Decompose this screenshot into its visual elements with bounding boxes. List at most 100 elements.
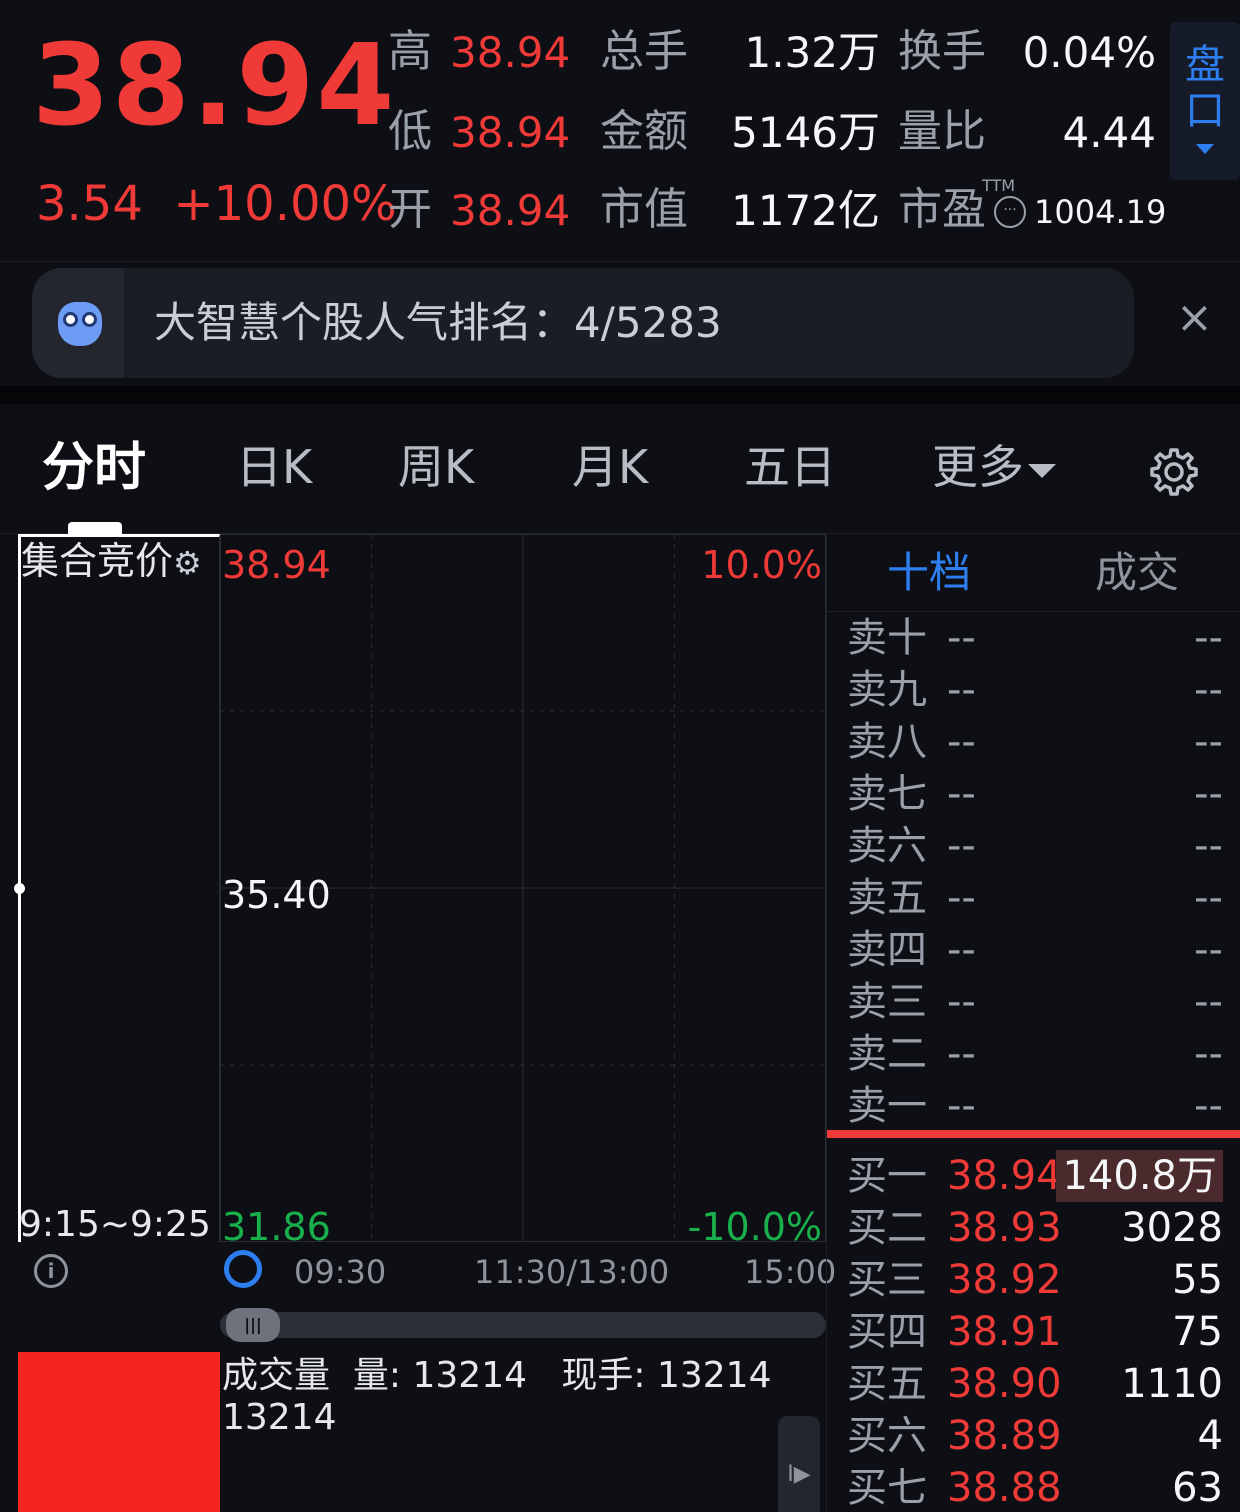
bid-price: 38.89 [947, 1413, 1062, 1459]
bid-row[interactable]: 买五 38.90 1110 [847, 1358, 1223, 1410]
ask-row[interactable]: 卖三 -- -- [847, 976, 1223, 1028]
bid-volume: 1110 [1121, 1361, 1223, 1407]
current-hand-value: 13214 [656, 1355, 772, 1396]
session-ring-icon[interactable] [224, 1250, 262, 1288]
ask-level-label: 卖八 [847, 719, 927, 765]
mktcap-value: 1172亿 [731, 186, 880, 235]
low-value: 38.94 [450, 108, 571, 157]
time-label-midday: 11:30/13:00 [474, 1253, 670, 1291]
bid-price: 38.88 [947, 1465, 1062, 1511]
pe-label: 市盈 [898, 184, 986, 235]
bid-row[interactable]: 买二 38.93 3028 [847, 1202, 1223, 1254]
ask-row[interactable]: 卖二 -- -- [847, 1028, 1223, 1080]
ask-volume: -- [1194, 979, 1223, 1025]
auction-settings-icon[interactable]: ⚙ [173, 544, 202, 582]
bid-level-label: 买二 [847, 1205, 927, 1251]
volume-header: 成交量 量: 13214 现手: 13214 [222, 1358, 772, 1394]
ask-level-label: 卖五 [847, 875, 927, 921]
ask-level-label: 卖七 [847, 771, 927, 817]
bid-level-label: 买六 [847, 1413, 927, 1459]
change-amount: 3.54 [36, 176, 143, 232]
open-value: 38.94 [450, 186, 571, 235]
low-label: 低 [388, 106, 432, 157]
intraday-chart[interactable]: 38.94 35.40 31.86 10.0% -10.0% [220, 534, 826, 1246]
amount-label: 金额 [600, 106, 688, 157]
ask-row[interactable]: 卖七 -- -- [847, 768, 1223, 820]
volume-axis-value: 13214 [222, 1397, 337, 1438]
tab-daily-k[interactable]: 日K [236, 444, 312, 490]
bid-row[interactable]: 买三 38.92 55 [847, 1254, 1223, 1306]
ask-volume: -- [1194, 1031, 1223, 1077]
ask-price: -- [947, 979, 976, 1025]
ask-price: -- [947, 771, 976, 817]
open-label: 开 [388, 184, 432, 235]
bid-row[interactable]: 买四 38.91 75 [847, 1306, 1223, 1358]
ask-level-label: 卖三 [847, 979, 927, 1025]
bid-price: 38.93 [947, 1205, 1062, 1251]
ask-row[interactable]: 卖一 -- -- [847, 1080, 1223, 1132]
bid-volume: 63 [1172, 1465, 1223, 1511]
popularity-banner[interactable]: 大智慧个股人气排名：4/5283 [32, 268, 1134, 378]
tab-weekly-k[interactable]: 周K [398, 444, 474, 490]
tab-intraday[interactable]: 分时 [42, 442, 146, 494]
bid-volume: 4 [1197, 1413, 1223, 1459]
volume-label: 量: [352, 1355, 402, 1396]
ask-price: -- [947, 1083, 976, 1129]
tab-five-day[interactable]: 五日 [744, 444, 836, 490]
tab-trades[interactable]: 成交 [1095, 552, 1179, 594]
bid-row[interactable]: 买一 38.94 140.8万 [847, 1150, 1223, 1202]
ask-row[interactable]: 卖九 -- -- [847, 664, 1223, 716]
time-label-close: 15:00 [744, 1253, 837, 1291]
pankou-toggle-button[interactable]: 盘口 [1170, 22, 1240, 180]
order-book-tabs: 十档 成交 [827, 534, 1240, 612]
bid-price: 38.94 [947, 1153, 1062, 1199]
bid-row[interactable]: 买六 38.89 4 [847, 1410, 1223, 1462]
change-percent: +10.00% [173, 176, 397, 232]
volume-value: 1.32万 [744, 28, 880, 77]
call-auction-label: 集合竞价 [21, 539, 174, 583]
ask-level-label: 卖九 [847, 667, 927, 713]
ask-row[interactable]: 卖六 -- -- [847, 820, 1223, 872]
volratio-value: 4.44 [1062, 108, 1156, 157]
caret-down-icon [1196, 144, 1214, 154]
tab-monthly-k[interactable]: 月K [572, 444, 648, 490]
ask-level-label: 卖四 [847, 927, 927, 973]
ask-row[interactable]: 卖五 -- -- [847, 872, 1223, 924]
ask-level-label: 卖十 [847, 615, 927, 661]
order-book: 十档 成交 卖十 -- -- 卖九 -- -- 卖八 -- -- 卖七 -- -- 卖六 -- -- 卖五 --… [826, 534, 1240, 1512]
replay-play-icon[interactable]: I▶ [778, 1416, 820, 1512]
ask-level-label: 卖二 [847, 1031, 927, 1077]
time-label-open: 09:30 [294, 1253, 387, 1291]
pe-ttm-tag: TTM [982, 176, 1016, 195]
ask-row[interactable]: 卖四 -- -- [847, 924, 1223, 976]
pct-axis-top: 10.0% [701, 543, 822, 587]
auction-time-range: 9:15~9:25 [19, 1204, 211, 1245]
bid-price: 38.91 [947, 1309, 1062, 1355]
tab-ten-levels[interactable]: 十档 [887, 552, 971, 594]
bid-row[interactable]: 买七 38.88 63 [847, 1462, 1223, 1512]
ask-row[interactable]: 卖八 -- -- [847, 716, 1223, 768]
info-icon[interactable]: i [34, 1254, 68, 1288]
volume-label: 总手 [600, 26, 688, 77]
pankou-label: 盘口 [1185, 42, 1225, 134]
more-dots-icon[interactable]: ··· [994, 196, 1026, 228]
price-axis-mid: 35.40 [222, 873, 331, 917]
tab-more-label: 更多 [932, 440, 1024, 494]
owl-logo-box [32, 268, 124, 378]
period-tabs: 分时 日K 周K 月K 五日 更多 [0, 404, 1240, 534]
close-icon[interactable]: × [1176, 296, 1213, 340]
ask-row[interactable]: 卖十 -- -- [847, 612, 1223, 664]
chart-scrollbar[interactable]: ||| [220, 1308, 826, 1342]
caret-down-icon [1028, 463, 1056, 478]
ask-volume: -- [1194, 875, 1223, 921]
ask-price: -- [947, 667, 976, 713]
ask-price: -- [947, 719, 976, 765]
volume-value: 13214 [412, 1355, 528, 1396]
scrollbar-thumb[interactable]: ||| [226, 1308, 280, 1342]
call-auction-panel[interactable]: 集合竞价⚙ 9:15~9:25 [14, 534, 220, 1245]
settings-gear-icon[interactable] [1146, 444, 1198, 496]
tab-more[interactable]: 更多 [932, 444, 1056, 490]
bid-price: 38.90 [947, 1361, 1062, 1407]
ask-level-label: 卖六 [847, 823, 927, 869]
ask-volume: -- [1194, 823, 1223, 869]
